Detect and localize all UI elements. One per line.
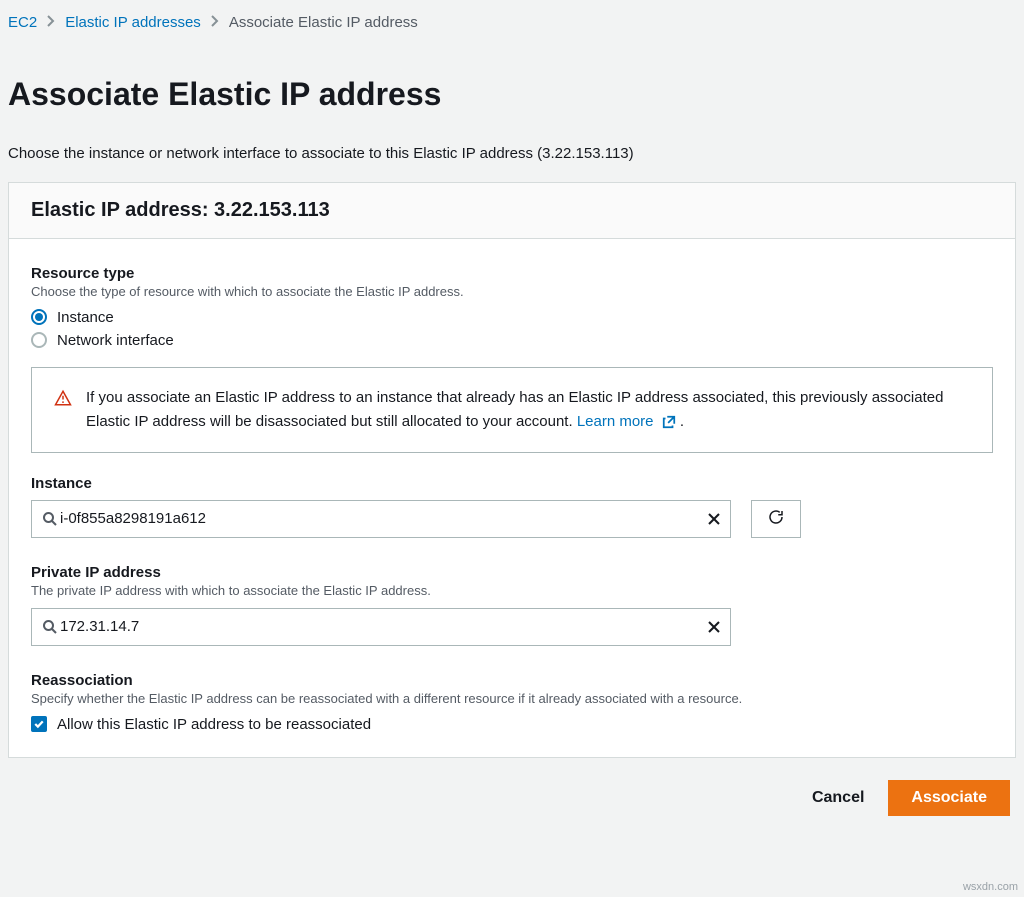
resource-type-label: Resource type [31, 265, 993, 282]
radio-network-interface-label: Network interface [57, 332, 174, 349]
clear-private-ip-button[interactable] [706, 619, 722, 635]
warning-alert: If you associate an Elastic IP address t… [31, 367, 993, 453]
instance-label: Instance [31, 475, 993, 492]
reassociation-checkbox-label: Allow this Elastic IP address to be reas… [57, 716, 371, 733]
associate-panel: Elastic IP address: 3.22.153.113 Resourc… [8, 182, 1016, 758]
breadcrumb-eip-list[interactable]: Elastic IP addresses [65, 14, 201, 31]
watermark: wsxdn.com [963, 881, 1018, 893]
learn-more-link[interactable]: Learn more [577, 413, 680, 430]
reassociation-checkbox[interactable] [31, 716, 47, 732]
instance-input-wrapper[interactable] [31, 500, 731, 538]
breadcrumb-current: Associate Elastic IP address [229, 14, 418, 31]
radio-instance-label: Instance [57, 309, 114, 326]
reassociation-label: Reassociation [31, 672, 993, 689]
radio-network-interface[interactable] [31, 332, 47, 348]
private-ip-label: Private IP address [31, 564, 993, 581]
radio-instance[interactable] [31, 309, 47, 325]
refresh-icon [767, 508, 785, 529]
panel-header: Elastic IP address: 3.22.153.113 [9, 183, 1015, 239]
chevron-right-icon [211, 14, 219, 31]
external-link-icon [662, 415, 676, 429]
breadcrumb-ec2[interactable]: EC2 [8, 14, 37, 31]
instance-input[interactable] [58, 509, 706, 528]
page-title: Associate Elastic IP address [0, 66, 1024, 119]
search-icon [42, 619, 58, 635]
warning-text-tail: . [680, 413, 684, 430]
cancel-button[interactable]: Cancel [806, 788, 870, 808]
private-ip-input-wrapper[interactable] [31, 608, 731, 646]
reassociation-hint: Specify whether the Elastic IP address c… [31, 691, 993, 706]
warning-icon [54, 386, 72, 415]
private-ip-input[interactable] [58, 617, 706, 636]
warning-text: If you associate an Elastic IP address t… [86, 389, 943, 430]
chevron-right-icon [47, 14, 55, 31]
footer-actions: Cancel Associate [0, 758, 1024, 834]
clear-instance-button[interactable] [706, 511, 722, 527]
breadcrumb: EC2 Elastic IP addresses Associate Elast… [0, 0, 1024, 45]
resource-type-hint: Choose the type of resource with which t… [31, 284, 993, 299]
refresh-instances-button[interactable] [751, 500, 801, 538]
associate-button[interactable]: Associate [888, 780, 1010, 816]
private-ip-hint: The private IP address with which to ass… [31, 583, 993, 598]
search-icon [42, 511, 58, 527]
page-subtitle: Choose the instance or network interface… [0, 141, 1024, 182]
